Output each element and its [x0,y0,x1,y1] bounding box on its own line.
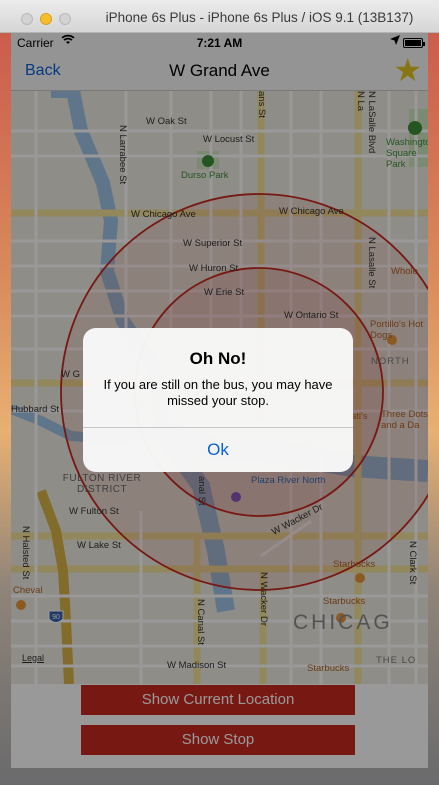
minimize-window-button[interactable] [40,13,52,25]
simulator-titlebar: iPhone 6s Plus - iPhone 6s Plus / iOS 9.… [0,0,439,33]
alert-ok-button[interactable]: Ok [83,428,353,472]
device-screen: Carrier 7:21 AM Back W Grand Ave ★ 90 W … [11,33,428,768]
alert-dialog: Oh No! If you are still on the bus, you … [83,328,353,472]
alert-message: If you are still on the bus, you may hav… [103,377,333,408]
close-window-button[interactable] [21,13,33,25]
window-title: iPhone 6s Plus - iPhone 6s Plus / iOS 9.… [105,10,414,25]
zoom-window-button[interactable] [59,13,71,25]
alert-title: Oh No! [189,349,247,368]
